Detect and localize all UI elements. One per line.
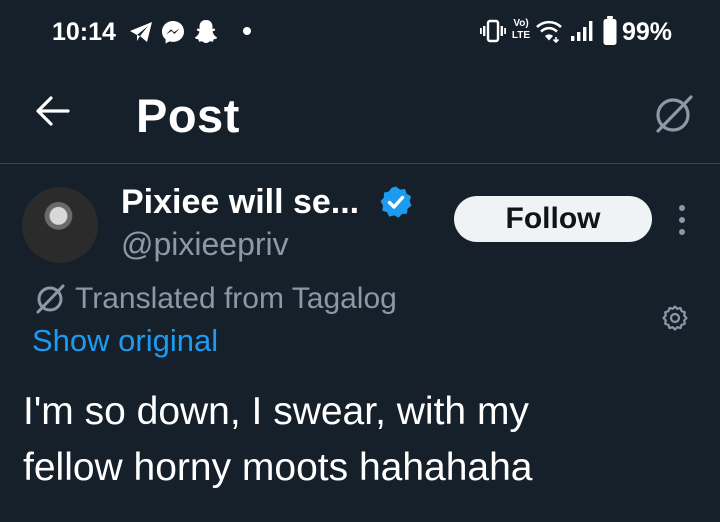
battery-icon — [603, 16, 617, 45]
author-handle[interactable]: @pixieepriv — [121, 226, 289, 263]
wifi-icon — [536, 20, 562, 43]
avatar[interactable] — [22, 187, 98, 263]
telegram-icon — [130, 22, 152, 42]
volte-icon: Vo) LTE — [509, 18, 533, 42]
volte-bottom: LTE — [511, 30, 531, 41]
back-arrow-icon[interactable] — [34, 92, 72, 130]
signal-icon — [571, 21, 593, 41]
translated-indicator: Translated from Tagalog — [33, 281, 397, 317]
volte-top: Vo) — [513, 18, 529, 29]
vibrate-icon — [480, 19, 506, 43]
post-text-line-2: fellow horny moots hahahaha — [23, 446, 533, 489]
translate-icon[interactable] — [650, 92, 696, 138]
page-title: Post — [136, 89, 240, 142]
translated-label: Translated from Tagalog — [75, 282, 397, 315]
snapchat-icon — [195, 20, 217, 43]
verified-badge-icon[interactable] — [379, 185, 413, 219]
post-text: I'm so down, I swear, with my fellow hor… — [23, 384, 693, 496]
messenger-icon — [162, 21, 184, 44]
author-display-name[interactable]: Pixiee will se... — [121, 183, 359, 222]
top-app-bar: Post — [0, 62, 720, 164]
dot-icon — [243, 27, 251, 35]
follow-button[interactable]: Follow — [454, 196, 652, 242]
battery-percent: 99% — [622, 18, 673, 46]
post-text-line-1: I'm so down, I swear, with my — [23, 390, 529, 433]
show-original-link[interactable]: Show original — [32, 323, 218, 359]
status-bar: 10:14 Vo) LTE 99% — [0, 0, 720, 62]
settings-gear-icon[interactable] — [661, 304, 689, 332]
status-time: 10:14 — [52, 18, 116, 46]
more-options-icon[interactable] — [670, 200, 694, 240]
translate-small-icon — [36, 284, 65, 314]
screen: 10:14 Vo) LTE 99% Post Pixiee will se...… — [0, 0, 720, 522]
